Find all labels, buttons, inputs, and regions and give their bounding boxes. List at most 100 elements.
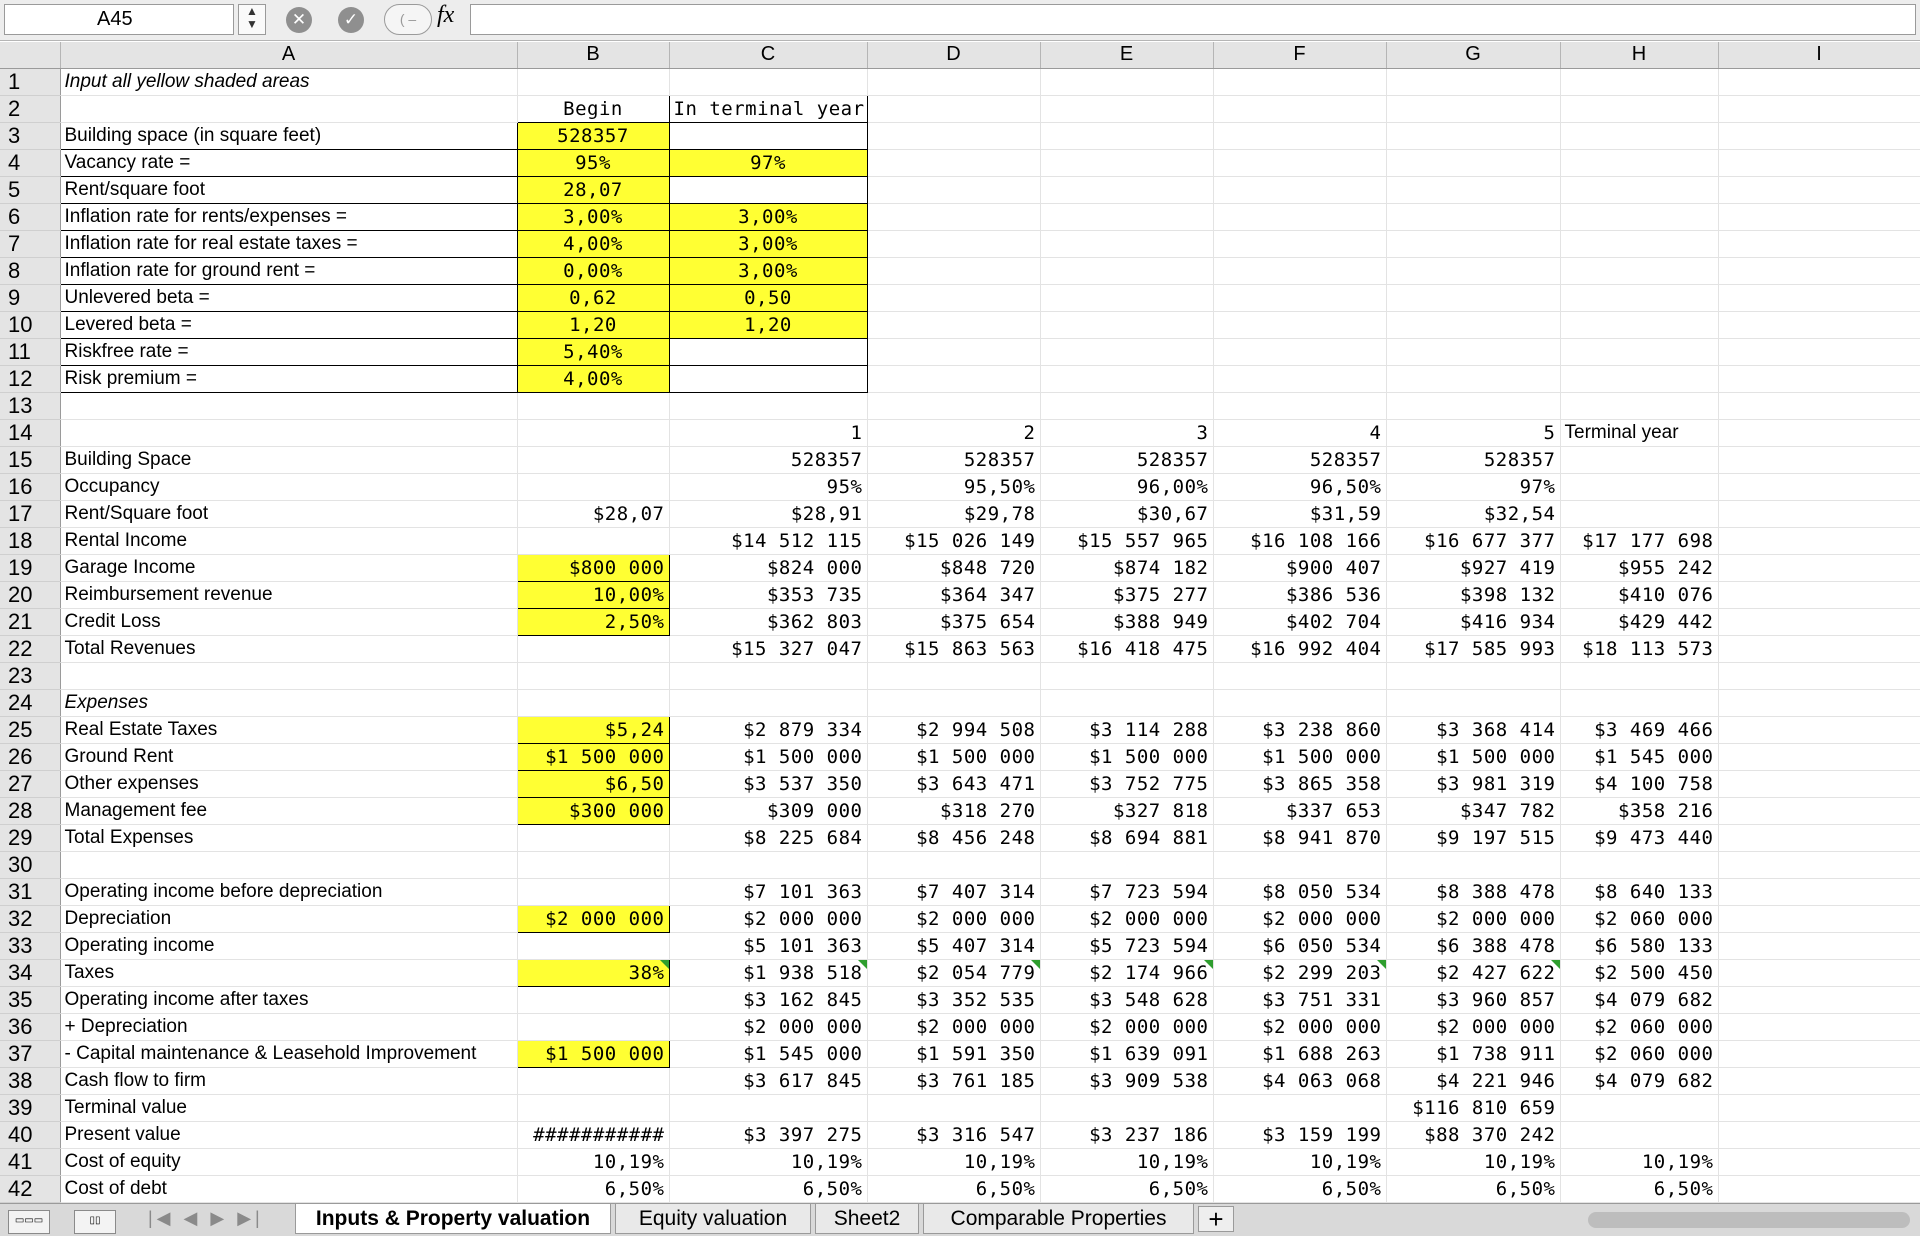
cell-H41[interactable]: 10,19% [1560, 1148, 1719, 1176]
cell-G38[interactable]: $4 221 946 [1386, 1067, 1561, 1095]
cell-D9[interactable] [867, 284, 1041, 312]
cell-I38[interactable] [1718, 1067, 1920, 1095]
cell-C42[interactable]: 6,50% [669, 1175, 868, 1203]
cell-B2[interactable]: Begin [516, 94, 670, 123]
cell-G14[interactable]: 5 [1386, 419, 1561, 447]
tab-comparable-properties[interactable]: Comparable Properties [923, 1204, 1194, 1234]
cell-F25[interactable]: $3 238 860 [1213, 716, 1387, 744]
cell-I35[interactable] [1718, 986, 1920, 1014]
cell-B39[interactable] [517, 1094, 670, 1122]
cell-F6[interactable] [1213, 203, 1387, 231]
cell-F39[interactable] [1213, 1094, 1387, 1122]
normal-view-icon[interactable]: ▭▭▭ [8, 1210, 50, 1234]
cell-C39[interactable] [669, 1094, 868, 1122]
cell-F42[interactable]: 6,50% [1213, 1175, 1387, 1203]
row-header[interactable]: 20 [0, 581, 61, 609]
cell-A1[interactable]: Input all yellow shaded areas [60, 68, 518, 96]
cell-A42[interactable]: Cost of debt [60, 1175, 518, 1203]
cell-D37[interactable]: $1 591 350 [867, 1040, 1041, 1068]
cell-D35[interactable]: $3 352 535 [867, 986, 1041, 1014]
cell-E13[interactable] [1040, 392, 1214, 420]
cell-H3[interactable] [1560, 122, 1719, 150]
cell-C19[interactable]: $824 000 [669, 554, 868, 582]
cell-I34[interactable] [1718, 959, 1920, 987]
cell-E28[interactable]: $327 818 [1040, 797, 1214, 825]
cell-D1[interactable] [867, 68, 1041, 96]
cell-I27[interactable] [1718, 770, 1920, 798]
cell-G2[interactable] [1386, 95, 1561, 123]
cell-B19[interactable]: $800 000 [516, 553, 670, 582]
cell-B37[interactable]: $1 500 000 [516, 1039, 670, 1068]
row-header[interactable]: 35 [0, 986, 61, 1014]
cell-A4[interactable]: Vacancy rate = [59, 148, 518, 177]
cell-I17[interactable] [1718, 500, 1920, 528]
cell-E33[interactable]: $5 723 594 [1040, 932, 1214, 960]
cell-G33[interactable]: $6 388 478 [1386, 932, 1561, 960]
cell-B40[interactable]: ########### [517, 1121, 670, 1149]
column-header-c[interactable]: C [669, 42, 868, 69]
cell-C26[interactable]: $1 500 000 [669, 743, 868, 771]
cell-A20[interactable]: Reimbursement revenue [60, 581, 518, 609]
cell-H13[interactable] [1560, 392, 1719, 420]
cell-B27[interactable]: $6,50 [516, 769, 670, 798]
cell-A22[interactable]: Total Revenues [60, 635, 518, 663]
cell-E8[interactable] [1040, 257, 1214, 285]
cell-A23[interactable] [60, 662, 518, 690]
cell-G39[interactable]: $116 810 659 [1386, 1094, 1561, 1122]
cell-F5[interactable] [1213, 176, 1387, 204]
cell-B15[interactable] [517, 446, 670, 474]
cell-F28[interactable]: $337 653 [1213, 797, 1387, 825]
cell-C22[interactable]: $15 327 047 [669, 635, 868, 663]
horizontal-scrollbar[interactable] [1588, 1212, 1910, 1228]
cell-C24[interactable] [669, 689, 868, 717]
cell-D33[interactable]: $5 407 314 [867, 932, 1041, 960]
cell-E42[interactable]: 6,50% [1040, 1175, 1214, 1203]
cell-H14[interactable]: Terminal year [1560, 419, 1719, 447]
cell-H17[interactable] [1560, 500, 1719, 528]
cell-C30[interactable] [669, 851, 868, 879]
cell-C17[interactable]: $28,91 [669, 500, 868, 528]
cell-D14[interactable]: 2 [867, 419, 1041, 447]
cell-E24[interactable] [1040, 689, 1214, 717]
row-header[interactable]: 25 [0, 716, 61, 744]
cell-A31[interactable]: Operating income before depreciation [60, 878, 518, 906]
cell-F14[interactable]: 4 [1213, 419, 1387, 447]
cell-A39[interactable]: Terminal value [60, 1094, 518, 1122]
cell-C9[interactable]: 0,50 [668, 283, 868, 312]
row-header[interactable]: 27 [0, 770, 61, 798]
cell-A27[interactable]: Other expenses [60, 770, 518, 798]
cell-G8[interactable] [1386, 257, 1561, 285]
cell-B22[interactable] [517, 635, 670, 663]
cell-C29[interactable]: $8 225 684 [669, 824, 868, 852]
cell-H23[interactable] [1560, 662, 1719, 690]
cell-B38[interactable] [517, 1067, 670, 1095]
cell-F1[interactable] [1213, 68, 1387, 96]
cell-H12[interactable] [1560, 365, 1719, 393]
cell-C28[interactable]: $309 000 [669, 797, 868, 825]
cell-A28[interactable]: Management fee [60, 797, 518, 825]
cell-F13[interactable] [1213, 392, 1387, 420]
cell-B12[interactable]: 4,00% [516, 364, 670, 393]
cell-F23[interactable] [1213, 662, 1387, 690]
cell-E4[interactable] [1040, 149, 1214, 177]
cell-F10[interactable] [1213, 311, 1387, 339]
cell-G22[interactable]: $17 585 993 [1386, 635, 1561, 663]
cell-I7[interactable] [1718, 230, 1920, 258]
cell-E21[interactable]: $388 949 [1040, 608, 1214, 636]
cell-C11[interactable] [668, 337, 868, 366]
cell-D42[interactable]: 6,50% [867, 1175, 1041, 1203]
cell-I19[interactable] [1718, 554, 1920, 582]
cell-A37[interactable]: - Capital maintenance & Leasehold Improv… [60, 1040, 518, 1068]
cell-C3[interactable] [668, 121, 868, 150]
cell-G4[interactable] [1386, 149, 1561, 177]
row-header[interactable]: 5 [0, 176, 61, 204]
cell-D26[interactable]: $1 500 000 [867, 743, 1041, 771]
cell-D34[interactable]: $2 054 779 [867, 959, 1041, 987]
cell-G16[interactable]: 97% [1386, 473, 1561, 501]
row-header[interactable]: 13 [0, 392, 61, 420]
cell-D16[interactable]: 95,50% [867, 473, 1041, 501]
cell-H42[interactable]: 6,50% [1560, 1175, 1719, 1203]
cell-D8[interactable] [867, 257, 1041, 285]
cell-B30[interactable] [517, 851, 670, 879]
cell-E23[interactable] [1040, 662, 1214, 690]
